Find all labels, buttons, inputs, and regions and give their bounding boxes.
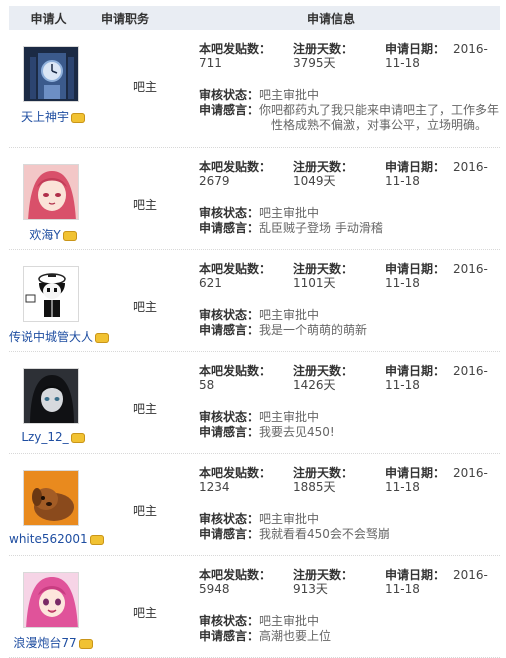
username-link[interactable]: 天上神宇 [9,108,97,125]
username-text[interactable]: 浪漫炮台77 [13,636,76,650]
member-badge-icon [70,432,85,443]
review-block: 审核状态：吧主审批中 申请感言：我就看看450会不会驽崩 [199,512,501,542]
brown-plush-dog-avatar[interactable] [23,470,79,526]
statement: 申请感言：高潮也要上位 [199,629,332,643]
table-row: Lzy_12_ 吧主 本吧发贴数： 58 注册天数： 1426天 申请日期： 2016… [9,352,500,454]
table-header: 申请人 申请职务 申请信息 [9,6,500,30]
statement: 申请感言：你吧都药丸了我只能来申请吧主了，工作多年性格成熟不偏激，对事公平，立场… [199,103,500,132]
review-status: 审核状态：吧主审批中 [199,308,320,322]
username-link[interactable]: white562001 [9,532,104,546]
registration-days: 注册天数： 913天 [293,568,354,596]
header-info: 申请信息 [306,11,355,26]
username-link[interactable]: 传说中城管大人 [9,328,110,345]
review-status: 审核状态：吧主审批中 [199,88,320,102]
username-link[interactable]: 欢海Y [9,226,97,243]
table-row: white562001 吧主 本吧发贴数： 1234 注册天数： 1885天 申请日… [9,454,500,556]
statement: 申请感言：我要去见450! [199,425,335,439]
registration-days: 注册天数： 1426天 [293,364,354,392]
username-link[interactable]: 浪漫炮台77 [9,634,97,651]
header-position: 申请职务 [100,11,149,26]
review-block: 审核状态：吧主审批中 申请感言：我是一个萌萌的萌新 [199,308,501,338]
applied-role: 吧主 [133,80,158,94]
pink-hair-anime-avatar[interactable] [23,572,79,628]
username-link[interactable]: Lzy_12_ [9,430,97,444]
apply-date: 申请日期： 2016- 11-18 [385,568,488,596]
apply-date: 申请日期： 2016- 11-18 [385,262,488,290]
post-count: 本吧发贴数： 621 [199,262,272,290]
post-count: 本吧发贴数： 711 [199,42,272,70]
dark-hair-girl-avatar[interactable] [23,368,79,424]
member-badge-icon [71,112,85,123]
username-text[interactable]: 传说中城管大人 [9,330,93,344]
review-status: 审核状态：吧主审批中 [199,410,320,424]
apply-date: 申请日期： 2016- 11-18 [385,42,488,70]
username-text[interactable]: 欢海Y [29,228,60,242]
review-block: 审核状态：吧主审批中 申请感言：我要去见450! [199,410,501,440]
applied-role: 吧主 [133,606,158,620]
applied-role: 吧主 [133,402,158,416]
review-status: 审核状态：吧主审批中 [199,512,320,526]
member-badge-icon [95,332,110,343]
post-count: 本吧发贴数： 1234 [199,466,272,494]
username-text[interactable]: Lzy_12_ [21,430,68,444]
apply-date: 申请日期： 2016- 11-18 [385,160,488,188]
registration-days: 注册天数： 1885天 [293,466,354,494]
member-badge-icon [78,638,93,649]
table-row: 天上神宇 吧主 本吧发贴数： 711 注册天数： 3795天 申请日期： 2016- 1… [9,30,500,148]
statement: 申请感言：我是一个萌萌的萌新 [199,323,368,337]
review-block: 审核状态：吧主审批中 申请感言：乱臣贼子登场 手动滑稽 [199,206,501,236]
statement: 申请感言：我就看看450会不会驽崩 [199,527,390,541]
username-text[interactable]: 天上神宇 [21,110,69,124]
registration-days: 注册天数： 3795天 [293,42,354,70]
registration-days: 注册天数： 1101天 [293,262,354,290]
applied-role: 吧主 [133,504,158,518]
applied-role: 吧主 [133,198,158,212]
apply-date: 申请日期： 2016- 11-18 [385,466,488,494]
registration-days: 注册天数： 1049天 [293,160,354,188]
member-badge-icon [62,230,77,241]
post-count: 本吧发贴数： 58 [199,364,272,392]
table-row: 传说中城管大人 吧主 本吧发贴数： 621 注册天数： 1101天 申请日期： 201… [9,250,500,352]
clock-tower-avatar[interactable] [23,46,79,102]
review-status: 审核状态：吧主审批中 [199,614,320,628]
pink-hair-girl-avatar[interactable] [23,164,79,220]
header-applicant: 申请人 [30,11,67,26]
review-block: 审核状态：吧主审批中 申请感言：高潮也要上位 [199,614,501,644]
statement: 申请感言：乱臣贼子登场 手动滑稽 [199,221,383,235]
post-count: 本吧发贴数： 2679 [199,160,272,188]
review-block: 审核状态：吧主审批中 申请感言：你吧都药丸了我只能来申请吧主了，工作多年性格成熟… [199,88,501,133]
member-badge-icon [89,534,104,545]
table-row: 浪漫炮台77 吧主 本吧发贴数： 5948 注册天数： 913天 申请日期： 2016… [9,556,500,658]
review-status: 审核状态：吧主审批中 [199,206,320,220]
apply-date: 申请日期： 2016- 11-18 [385,364,488,392]
chibi-officer-avatar[interactable] [23,266,79,322]
username-text[interactable]: white562001 [9,532,88,546]
applications-table: 申请人 申请职务 申请信息 天上神宇 吧主 本吧发贴数： 711 注册天数： 379… [9,6,500,658]
post-count: 本吧发贴数： 5948 [199,568,272,596]
applied-role: 吧主 [133,300,158,314]
table-row: 欢海Y 吧主 本吧发贴数： 2679 注册天数： 1049天 申请日期： 2016- 1… [9,148,500,250]
